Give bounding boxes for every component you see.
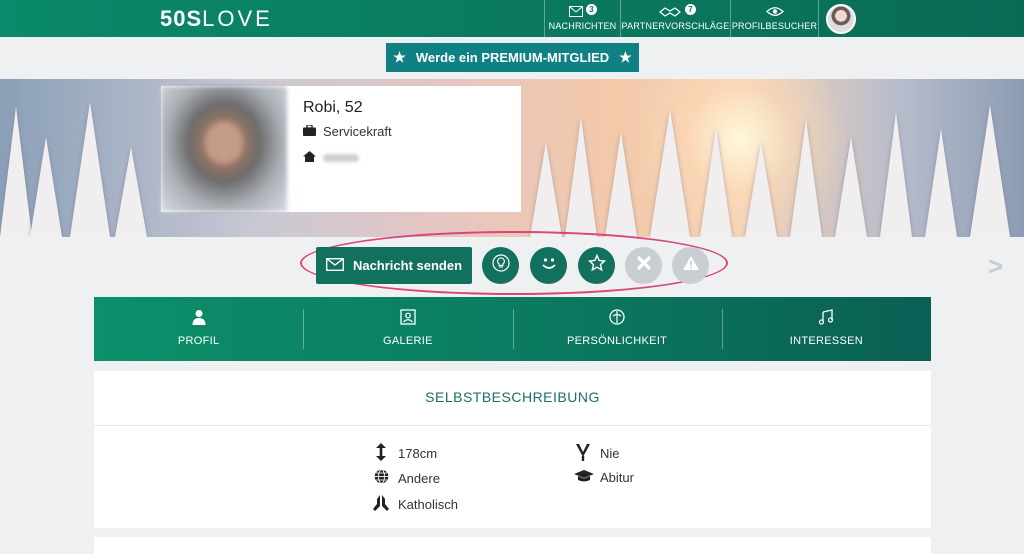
profile-job: Servicekraft	[323, 124, 392, 139]
profile-location-blurred	[323, 153, 359, 162]
nav-profile-visitors[interactable]: PROFILBESUCHER	[730, 0, 818, 37]
tab-profil[interactable]: PROFIL	[94, 297, 303, 361]
attr-religion: Katholisch	[372, 494, 458, 515]
dislike-button[interactable]	[625, 247, 662, 284]
attr-ethnicity: Andere	[372, 469, 440, 487]
attr-education: Abitur	[574, 469, 634, 486]
handshake-icon: 7	[621, 4, 730, 20]
personality-icon	[513, 309, 722, 327]
top-navigation-bar: 50SLOVE 3 NACHRICHTEN 7 PARTNERVORSCHLÄG…	[0, 0, 1024, 37]
home-icon	[303, 150, 316, 165]
snow-tree	[70, 102, 110, 237]
nav-profile-visitors-label: PROFILBESUCHER	[731, 21, 818, 31]
premium-membership-button[interactable]: ★ Werde ein PREMIUM-MITGLIED ★	[386, 43, 639, 72]
snow-tree	[790, 119, 822, 237]
snow-tree	[115, 147, 147, 237]
attr-height: 178cm	[372, 443, 437, 464]
snow-tree	[650, 109, 690, 237]
snow-tree	[745, 142, 777, 237]
envelope-icon	[325, 257, 344, 274]
lightbulb-icon	[491, 253, 511, 278]
self-description-title: SELBSTBESCHREIBUNG	[425, 389, 600, 405]
person-icon	[94, 309, 303, 327]
nav-divider	[818, 0, 819, 37]
warning-icon	[682, 255, 700, 276]
favorite-button[interactable]	[578, 247, 615, 284]
snow-tree	[0, 107, 32, 237]
nav-messages[interactable]: 3 NACHRICHTEN	[544, 0, 620, 37]
messages-badge: 3	[586, 4, 597, 15]
briefcase-icon	[303, 124, 316, 139]
smoking-icon	[574, 443, 592, 464]
snow-tree	[565, 117, 597, 237]
site-logo[interactable]: 50SLOVE	[160, 6, 273, 32]
profile-job-row: Servicekraft	[303, 124, 392, 139]
send-message-label: Nachricht senden	[352, 258, 463, 273]
close-icon	[636, 255, 652, 276]
nav-partner-suggestions-label: PARTNERVORSCHLÄGE	[621, 21, 730, 31]
praying-hands-icon	[372, 494, 390, 515]
tab-interessen-label: INTERESSEN	[789, 335, 864, 347]
snow-tree	[835, 137, 867, 237]
profile-photo[interactable]	[161, 86, 287, 212]
user-avatar[interactable]	[826, 4, 856, 34]
attr-religion-value: Katholisch	[398, 497, 458, 512]
smile-icon	[538, 252, 560, 279]
star-outline-icon	[587, 253, 606, 277]
report-button[interactable]	[672, 247, 709, 284]
next-profile-arrow[interactable]: >	[988, 251, 1003, 282]
height-arrows-icon	[372, 443, 390, 464]
snow-tree	[700, 127, 732, 237]
eye-icon	[731, 4, 818, 20]
smile-button[interactable]	[530, 247, 567, 284]
send-message-button[interactable]: Nachricht senden	[316, 247, 472, 284]
graduation-cap-icon	[574, 469, 594, 486]
premium-label: Werde ein PREMIUM-MITGLIED	[415, 50, 610, 65]
attr-smoking: Nie	[574, 443, 620, 464]
attr-education-value: Abitur	[600, 470, 634, 485]
tab-persoenlichkeit-label: PERSÖNLICHKEIT	[567, 335, 668, 347]
profile-location-row	[303, 150, 359, 165]
snow-tree	[605, 132, 637, 237]
star-icon: ★	[393, 49, 406, 65]
tab-persoenlichkeit[interactable]: PERSÖNLICHKEIT	[512, 297, 722, 361]
next-panel	[94, 537, 931, 554]
snow-tree	[30, 137, 62, 237]
snow-tree	[970, 105, 1010, 237]
envelope-icon: 3	[545, 4, 620, 20]
self-description-panel: SELBSTBESCHREIBUNG 178cm Andere Katholis…	[94, 371, 931, 528]
attr-smoking-value: Nie	[600, 446, 620, 461]
tab-profil-label: PROFIL	[177, 335, 220, 347]
snow-tree	[880, 112, 912, 237]
panel-divider	[94, 425, 931, 426]
star-icon: ★	[619, 49, 632, 65]
snow-tree	[530, 142, 562, 237]
profile-tabs: PROFIL GALERIE PERSÖNLICHKEIT INTERESSEN	[94, 297, 931, 361]
music-icon	[722, 309, 931, 327]
suggestions-badge: 7	[685, 4, 696, 15]
attr-height-value: 178cm	[398, 446, 438, 461]
nav-partner-suggestions[interactable]: 7 PARTNERVORSCHLÄGE	[620, 0, 730, 37]
nav-messages-label: NACHRICHTEN	[548, 21, 617, 31]
gallery-icon	[303, 309, 512, 327]
tab-interessen[interactable]: INTERESSEN	[721, 297, 931, 361]
attr-ethnicity-value: Andere	[398, 470, 440, 486]
tab-galerie-label: GALERIE	[382, 335, 433, 347]
profile-name-age: Robi, 52	[303, 99, 363, 116]
tab-galerie[interactable]: GALERIE	[303, 297, 512, 361]
globe-icon	[372, 469, 390, 487]
snow-tree	[925, 129, 957, 237]
lightbulb-button[interactable]	[482, 247, 519, 284]
